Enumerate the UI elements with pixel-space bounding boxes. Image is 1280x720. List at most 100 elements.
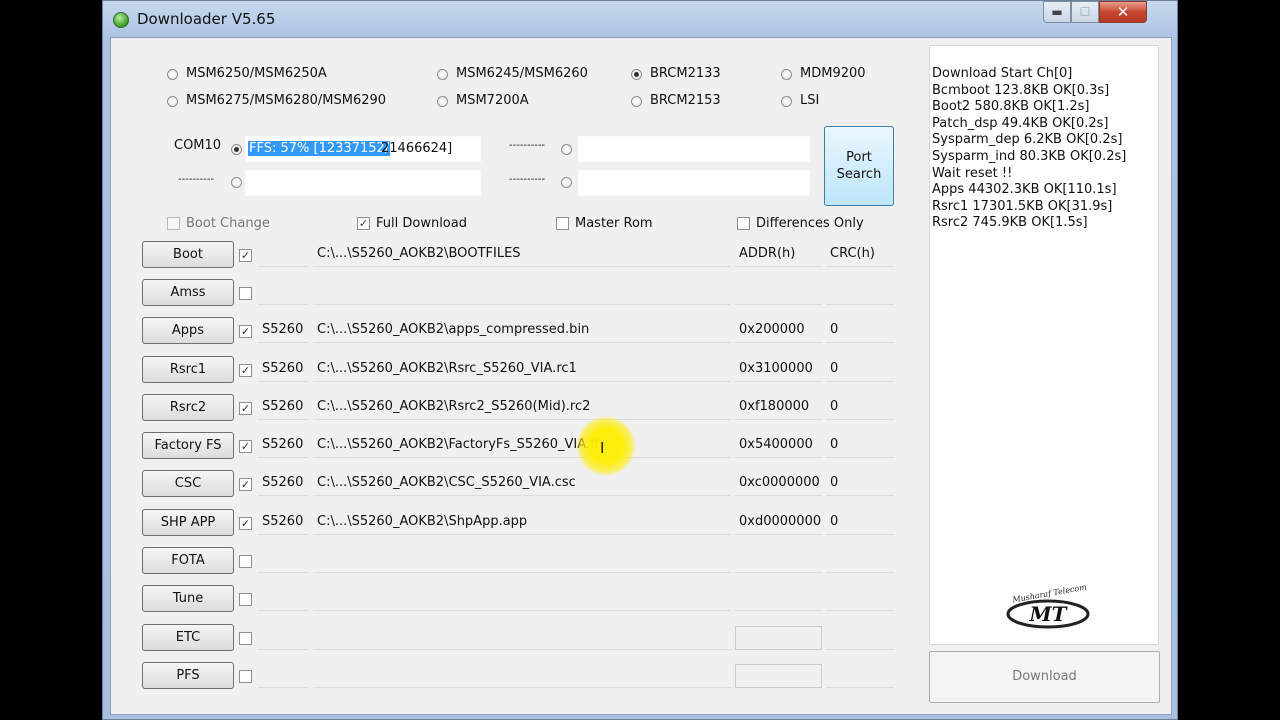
- row-button[interactable]: SHP APP: [142, 509, 234, 536]
- row-checkbox[interactable]: [239, 517, 252, 530]
- row-crc: [826, 587, 894, 611]
- row-checkbox[interactable]: [239, 632, 252, 645]
- port4-radio[interactable]: [561, 177, 572, 188]
- log-line: Patch_dsp 49.4KB OK[0.2s]: [932, 115, 1109, 131]
- port2-radio[interactable]: [231, 177, 242, 188]
- port-search-line1: Port: [846, 150, 872, 165]
- row-path[interactable]: [313, 626, 731, 650]
- row-model: S5260: [258, 358, 308, 382]
- row-addr: 0xc0000000: [735, 472, 822, 496]
- com-port-label: COM10: [174, 138, 222, 153]
- row-button[interactable]: Amss: [142, 279, 234, 306]
- row-checkbox[interactable]: [239, 249, 252, 262]
- log-line: Apps 44302.3KB OK[110.1s]: [932, 182, 1117, 198]
- row-crc: CRC(h): [826, 243, 894, 267]
- port1-radio[interactable]: [231, 144, 242, 155]
- row-button[interactable]: CSC: [142, 470, 234, 497]
- row-model: [258, 587, 308, 611]
- row-checkbox[interactable]: [239, 478, 252, 491]
- row-checkbox[interactable]: [239, 593, 252, 606]
- row-button[interactable]: Rsrc2: [142, 394, 234, 421]
- cursor-highlight: [576, 416, 636, 476]
- chipset-radio-msm6245[interactable]: [437, 69, 448, 80]
- window-title: Downloader V5.65: [137, 10, 276, 28]
- row-addr: [735, 587, 822, 611]
- row-crc: [826, 549, 894, 573]
- row-path[interactable]: [313, 281, 731, 305]
- row-path[interactable]: C:\...\S5260_AOKB2\apps_compressed.bin: [313, 319, 731, 343]
- chipset-radio-mdm9200[interactable]: [781, 69, 792, 80]
- row-button[interactable]: Boot: [142, 241, 234, 268]
- port3-radio[interactable]: [561, 144, 572, 155]
- row-path[interactable]: C:\...\S5260_AOKB2\Rsrc2_S5260(Mid).rc2: [313, 396, 731, 420]
- row-path[interactable]: C:\...\S5260_AOKB2\Rsrc_S5260_VIA.rc1: [313, 358, 731, 382]
- mt-logo: MT Musharaf Telecom: [996, 574, 1100, 638]
- row-path[interactable]: C:\...\S5260_AOKB2\ShpApp.app: [313, 511, 731, 535]
- download-button[interactable]: Download: [929, 651, 1160, 703]
- row-addr: 0x200000: [735, 319, 822, 343]
- title-bar[interactable]: Downloader V5.65 ▬ ☐ ✕: [103, 1, 1177, 37]
- row-crc: 0: [826, 511, 894, 535]
- row-addr: 0xd0000000: [735, 511, 822, 535]
- row-model: S5260: [258, 319, 308, 343]
- chipset-radio-msm6250[interactable]: [167, 69, 178, 80]
- row-checkbox[interactable]: [239, 440, 252, 453]
- close-button[interactable]: ✕: [1099, 1, 1147, 23]
- row-checkbox[interactable]: [239, 670, 252, 683]
- master-rom-checkbox[interactable]: [556, 217, 569, 230]
- row-checkbox[interactable]: [239, 555, 252, 568]
- row-crc: [826, 281, 894, 305]
- full-download-label: Full Download: [376, 216, 467, 231]
- chipset-radio-brcm2133[interactable]: [631, 69, 642, 80]
- row-path[interactable]: C:\...\S5260_AOKB2\FactoryFs_S5260_VIA.f…: [313, 434, 731, 458]
- logo-graphic: MT Musharaf Telecom: [1006, 583, 1090, 629]
- row-checkbox[interactable]: [239, 364, 252, 377]
- chipset-radio-lsi[interactable]: [781, 96, 792, 107]
- row-addr[interactable]: [735, 664, 822, 688]
- chipset-label-lsi: LSI: [800, 93, 820, 108]
- row-addr: ADDR(h): [735, 243, 822, 267]
- port1-progress-field: FFS: 57% [12337152/ 21466624]: [245, 136, 481, 162]
- row-crc: [826, 664, 894, 688]
- chipset-radio-msm6275[interactable]: [167, 96, 178, 107]
- full-download-checkbox[interactable]: [357, 217, 370, 230]
- chipset-label-msm6250: MSM6250/MSM6250A: [186, 66, 327, 81]
- row-button[interactable]: ETC: [142, 624, 234, 651]
- row-path[interactable]: [313, 664, 731, 688]
- row-crc: 0: [826, 319, 894, 343]
- chipset-radio-brcm2153[interactable]: [631, 96, 642, 107]
- row-checkbox[interactable]: [239, 402, 252, 415]
- row-button[interactable]: Factory FS: [142, 432, 234, 459]
- log-line: Download Start Ch[0]: [932, 66, 1073, 81]
- row-checkbox[interactable]: [239, 287, 252, 300]
- row-path[interactable]: C:\...\S5260_AOKB2\BOOTFILES: [313, 243, 731, 267]
- minimize-button[interactable]: ▬: [1043, 1, 1071, 23]
- row-button[interactable]: FOTA: [142, 547, 234, 574]
- chipset-label-brcm2133: BRCM2133: [650, 66, 721, 81]
- row-crc: 0: [826, 472, 894, 496]
- maximize-button[interactable]: ☐: [1071, 1, 1099, 23]
- row-button[interactable]: PFS: [142, 662, 234, 689]
- chipset-label-msm7200a: MSM7200A: [456, 93, 529, 108]
- row-model: [258, 549, 308, 573]
- row-model: [258, 626, 308, 650]
- row-addr[interactable]: [735, 626, 822, 650]
- progress-selected-text: FFS: 57% [12337152/: [248, 141, 391, 156]
- row-button[interactable]: Tune: [142, 585, 234, 612]
- differences-only-checkbox[interactable]: [737, 217, 750, 230]
- row-model: S5260: [258, 511, 308, 535]
- row-path[interactable]: C:\...\S5260_AOKB2\CSC_S5260_VIA.csc: [313, 472, 731, 496]
- log-line: Rsrc2 745.9KB OK[1.5s]: [932, 215, 1088, 231]
- row-path[interactable]: [313, 549, 731, 573]
- port-search-button[interactable]: Port Search: [824, 126, 894, 206]
- row-button[interactable]: Apps: [142, 317, 234, 344]
- boot-change-checkbox[interactable]: [167, 217, 180, 230]
- chipset-radio-msm7200a[interactable]: [437, 96, 448, 107]
- row-checkbox[interactable]: [239, 325, 252, 338]
- progress-rest-text: 21466624]: [381, 141, 453, 156]
- chipset-label-msm6275: MSM6275/MSM6280/MSM6290: [186, 93, 387, 108]
- master-rom-label: Master Rom: [575, 216, 653, 231]
- row-button[interactable]: Rsrc1: [142, 356, 234, 383]
- differences-only-label: Differences Only: [756, 216, 864, 231]
- row-path[interactable]: [313, 587, 731, 611]
